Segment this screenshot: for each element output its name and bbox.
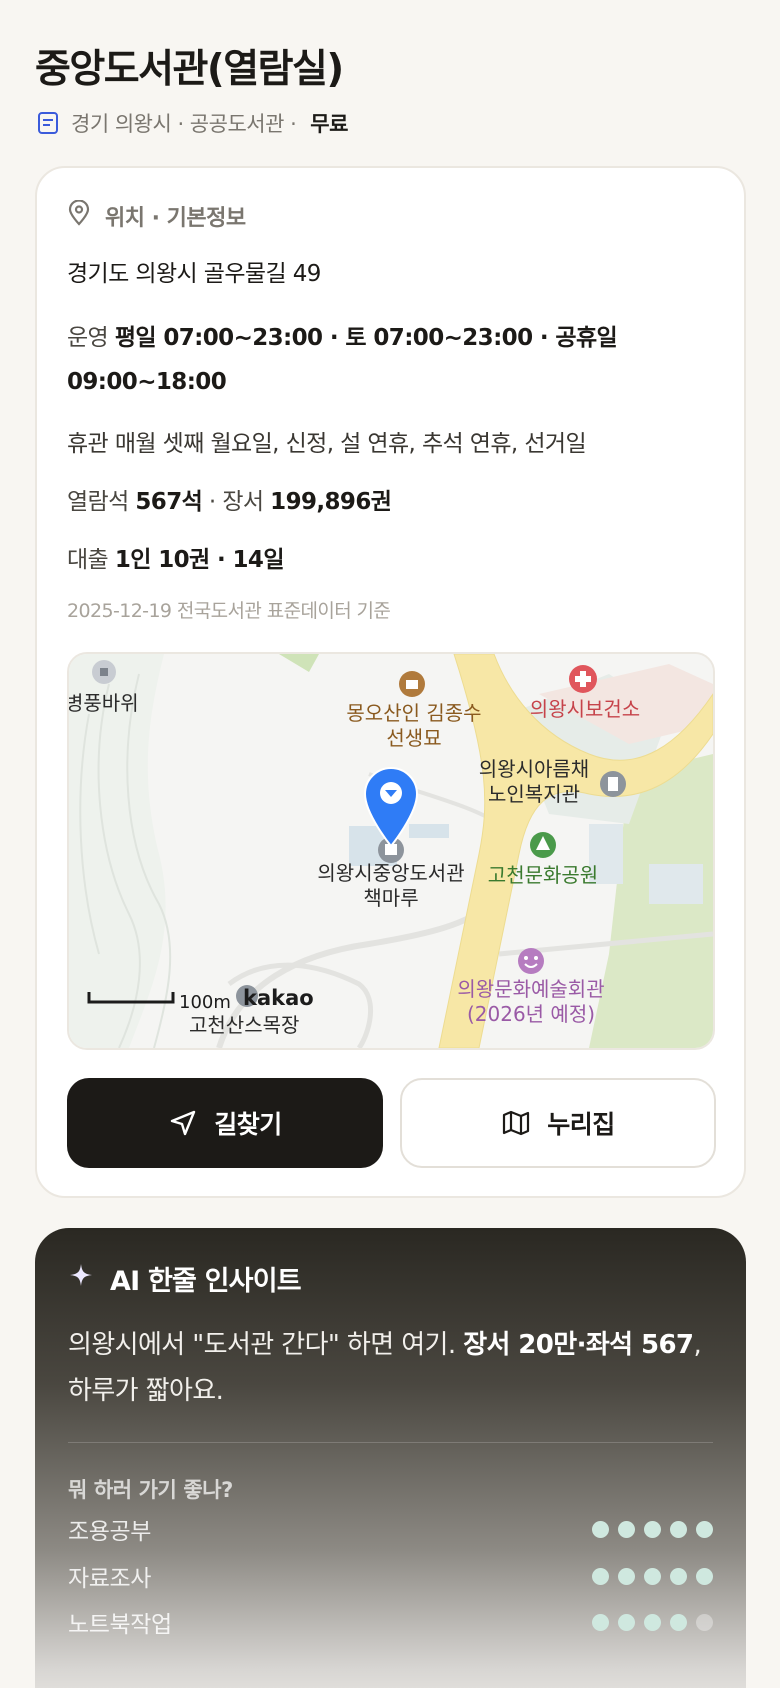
address: 경기도 의왕시 골우물길 49 bbox=[67, 261, 321, 287]
rating-dot-filled bbox=[592, 1567, 609, 1585]
rating-dot-filled bbox=[592, 1520, 609, 1538]
purpose-row: 노트북작업 bbox=[68, 1605, 713, 1639]
sparkle-icon bbox=[68, 1262, 94, 1295]
seats-books: 열람석 567석 · 장서 199,896권 bbox=[67, 482, 717, 516]
map-brand-logo: kakao bbox=[243, 986, 314, 1010]
divider bbox=[68, 1442, 713, 1443]
ai-insight-title: AI 한줄 인사이트 bbox=[110, 1265, 302, 1297]
ai-insight-text: 의왕시에서 "도서관 간다" 하면 여기. 장서 20만·좌석 567, 하루가… bbox=[68, 1322, 718, 1414]
map-label-library-2: 책마루 bbox=[363, 886, 418, 910]
loan-value: 1인 10권 · 14일 bbox=[114, 547, 285, 573]
data-source-date: 2025-12-19 전국도서관 표준데이터 기준 bbox=[67, 600, 391, 622]
rating-dot-filled bbox=[618, 1567, 635, 1585]
ai-question: 뭐 하러 가기 좋나? bbox=[68, 1478, 233, 1502]
map-label-park: 고천문화공원 bbox=[488, 863, 598, 887]
ai-text-plain: 의왕시에서 "도서관 간다" 하면 여기. bbox=[68, 1330, 464, 1360]
map-label-welfare-2: 노인복지관 bbox=[488, 782, 580, 806]
map-label-welfare: 의왕시아름채 bbox=[479, 757, 589, 781]
map-label-library: 의왕시중앙도서관 bbox=[317, 861, 464, 885]
directions-button[interactable]: 길찾기 bbox=[67, 1078, 383, 1168]
purpose-name: 조용공부 bbox=[68, 1519, 152, 1545]
navigation-arrow-icon bbox=[168, 1108, 198, 1138]
rating-dot-filled bbox=[618, 1613, 635, 1631]
books-label: · 장서 bbox=[208, 489, 264, 515]
hours-label: 운영 bbox=[67, 325, 109, 351]
map-label-arts-hall-2: (2026년 예정) bbox=[467, 1002, 595, 1026]
info-section-header: 위치 · 기본정보 bbox=[67, 198, 246, 234]
hours-value: 평일 07:00~23:00 · 토 07:00~23:00 · 공휴일 09:… bbox=[67, 325, 618, 395]
map-label-bottom-place: 고천산스목장 bbox=[189, 1013, 299, 1037]
purpose-rating bbox=[592, 1567, 713, 1585]
fee-badge: 무료 bbox=[310, 112, 348, 136]
rating-dot-filled bbox=[592, 1613, 609, 1631]
purpose-rating bbox=[592, 1520, 713, 1538]
library-meta: 경기 의왕시 · 공공도서관 · 무료 bbox=[35, 106, 348, 140]
map-label-health-center: 의왕시보건소 bbox=[530, 697, 640, 721]
rating-dot-filled bbox=[644, 1567, 661, 1585]
purpose-name: 자료조사 bbox=[68, 1566, 152, 1592]
seats-label: 열람석 bbox=[67, 489, 129, 515]
rating-dot-filled bbox=[670, 1520, 687, 1538]
books-value: 199,896권 bbox=[270, 489, 392, 515]
website-label: 누리집 bbox=[547, 1110, 615, 1139]
location-pin-icon bbox=[67, 199, 91, 232]
info-section-title: 위치 · 기본정보 bbox=[105, 206, 246, 231]
rating-dot-filled bbox=[670, 1567, 687, 1585]
rating-dot-filled bbox=[644, 1520, 661, 1538]
document-icon bbox=[35, 110, 61, 136]
purpose-row: 조용공부 bbox=[68, 1512, 713, 1546]
rating-dot-filled bbox=[696, 1520, 713, 1538]
purpose-rating bbox=[592, 1613, 713, 1631]
map-scale-label: 100m bbox=[179, 992, 231, 1013]
loan-policy: 대출 1인 10권 · 14일 bbox=[67, 540, 717, 574]
map-label-rock: 병풍바위 bbox=[69, 691, 139, 715]
closed-days: 휴관 매월 셋째 월요일, 신정, 설 연휴, 추석 연휴, 선거일 bbox=[67, 431, 587, 457]
seats-value: 567석 bbox=[135, 489, 203, 515]
ai-insight-header: AI 한줄 인사이트 bbox=[68, 1258, 302, 1298]
location-map[interactable]: 병풍바위 몽오산인 김종수 선생묘 의왕시보건소 의왕시아름채 노인복지관 고천… bbox=[67, 652, 715, 1050]
map-label-arts-hall: 의왕문화예술회관 bbox=[457, 977, 604, 1001]
ai-insight-card: AI 한줄 인사이트 의왕시에서 "도서관 간다" 하면 여기. 장서 20만·… bbox=[35, 1228, 746, 1688]
library-region-type: 경기 의왕시 · 공공도서관 · bbox=[71, 112, 297, 136]
map-label-tomb: 몽오산인 김종수 bbox=[346, 701, 481, 725]
rating-dot-empty bbox=[696, 1613, 713, 1631]
rating-dot-filled bbox=[618, 1520, 635, 1538]
directions-label: 길찾기 bbox=[214, 1110, 282, 1139]
purpose-row: 자료조사 bbox=[68, 1559, 713, 1593]
info-card: 위치 · 기본정보 경기도 의왕시 골우물길 49 운영 평일 07:00~23… bbox=[35, 166, 746, 1198]
purpose-name: 노트북작업 bbox=[68, 1612, 172, 1638]
operating-hours: 운영 평일 07:00~23:00 · 토 07:00~23:00 · 공휴일 … bbox=[67, 316, 717, 404]
page-title: 중앙도서관(열람실) bbox=[35, 47, 344, 92]
website-button[interactable]: 누리집 bbox=[400, 1078, 716, 1168]
rating-dot-filled bbox=[696, 1567, 713, 1585]
ai-text-bold: 장서 20만·좌석 567 bbox=[463, 1330, 694, 1360]
map-label-tomb-2: 선생묘 bbox=[386, 726, 441, 750]
rating-dot-filled bbox=[670, 1613, 687, 1631]
loan-label: 대출 bbox=[67, 547, 109, 573]
rating-dot-filled bbox=[644, 1613, 661, 1631]
map-icon bbox=[501, 1108, 531, 1138]
